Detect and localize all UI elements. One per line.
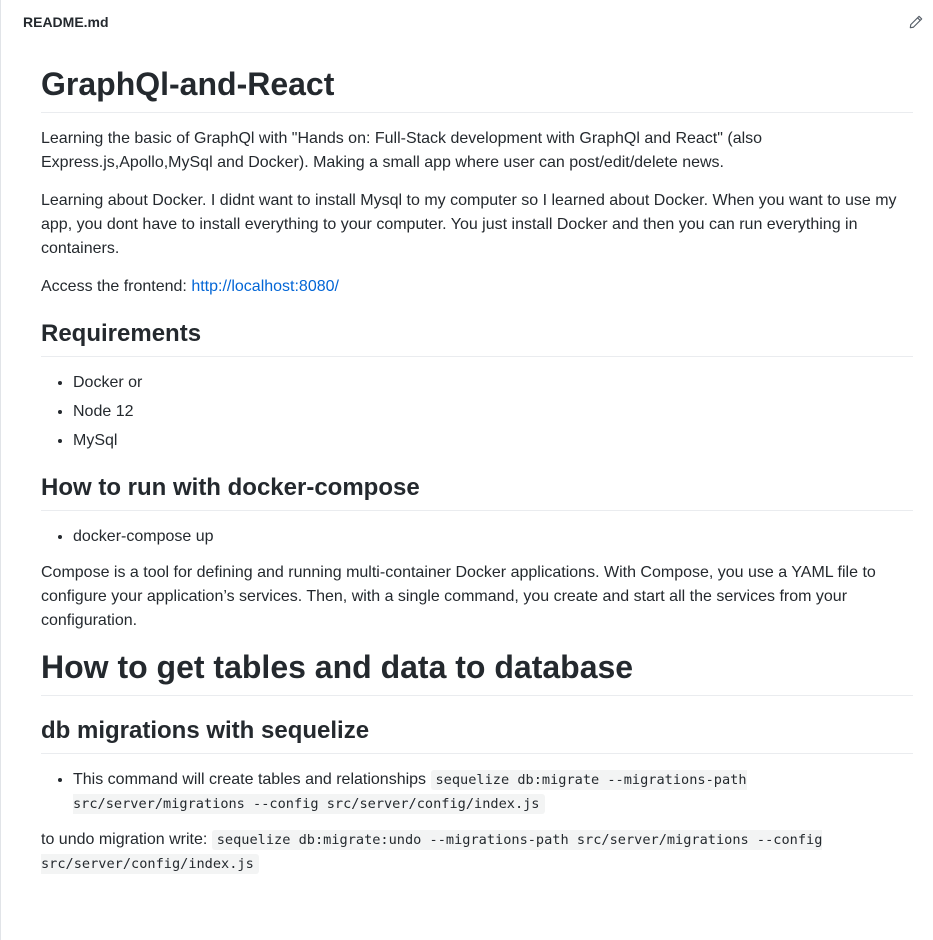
requirements-heading: Requirements [41,319,913,357]
list-item: This command will create tables and rela… [73,768,913,816]
compose-description: Compose is a tool for defining and runni… [41,564,876,629]
pencil-icon[interactable] [909,15,923,29]
file-name: README.md [23,14,109,30]
list-item: docker-compose up [73,525,913,549]
requirements-list: Docker or Node 12 MySql [41,371,913,453]
intro-paragraph-1: Learning the basic of GraphQl with "Hand… [41,130,763,171]
undo-paragraph: to undo migration write: sequelize db:mi… [41,828,913,876]
localhost-link[interactable]: http://localhost:8080/ [191,278,339,295]
readme-title: GraphQl-and-React [41,64,913,113]
migration-text: This command will create tables and rela… [73,771,431,788]
list-item: Docker or [73,371,913,395]
undo-text: to undo migration write: [41,831,212,848]
intro-paragraph-2: Learning about Docker. I didnt want to i… [41,192,897,257]
run-list: docker-compose up [41,525,913,549]
access-paragraph: Access the frontend: http://localhost:80… [41,275,913,299]
readme-panel: README.md GraphQl-and-React Learning the… [0,0,933,940]
edit-button[interactable] [905,11,927,33]
migrations-list: This command will create tables and rela… [41,768,913,816]
tables-heading: How to get tables and data to database [41,647,913,696]
list-item: MySql [73,429,913,453]
migrations-heading: db migrations with sequelize [41,716,913,754]
access-label: Access the frontend: [41,278,192,295]
file-header: README.md [1,0,933,44]
run-heading: How to run with docker-compose [41,473,913,511]
markdown-body: GraphQl-and-React Learning the basic of … [1,44,933,876]
list-item: Node 12 [73,400,913,424]
